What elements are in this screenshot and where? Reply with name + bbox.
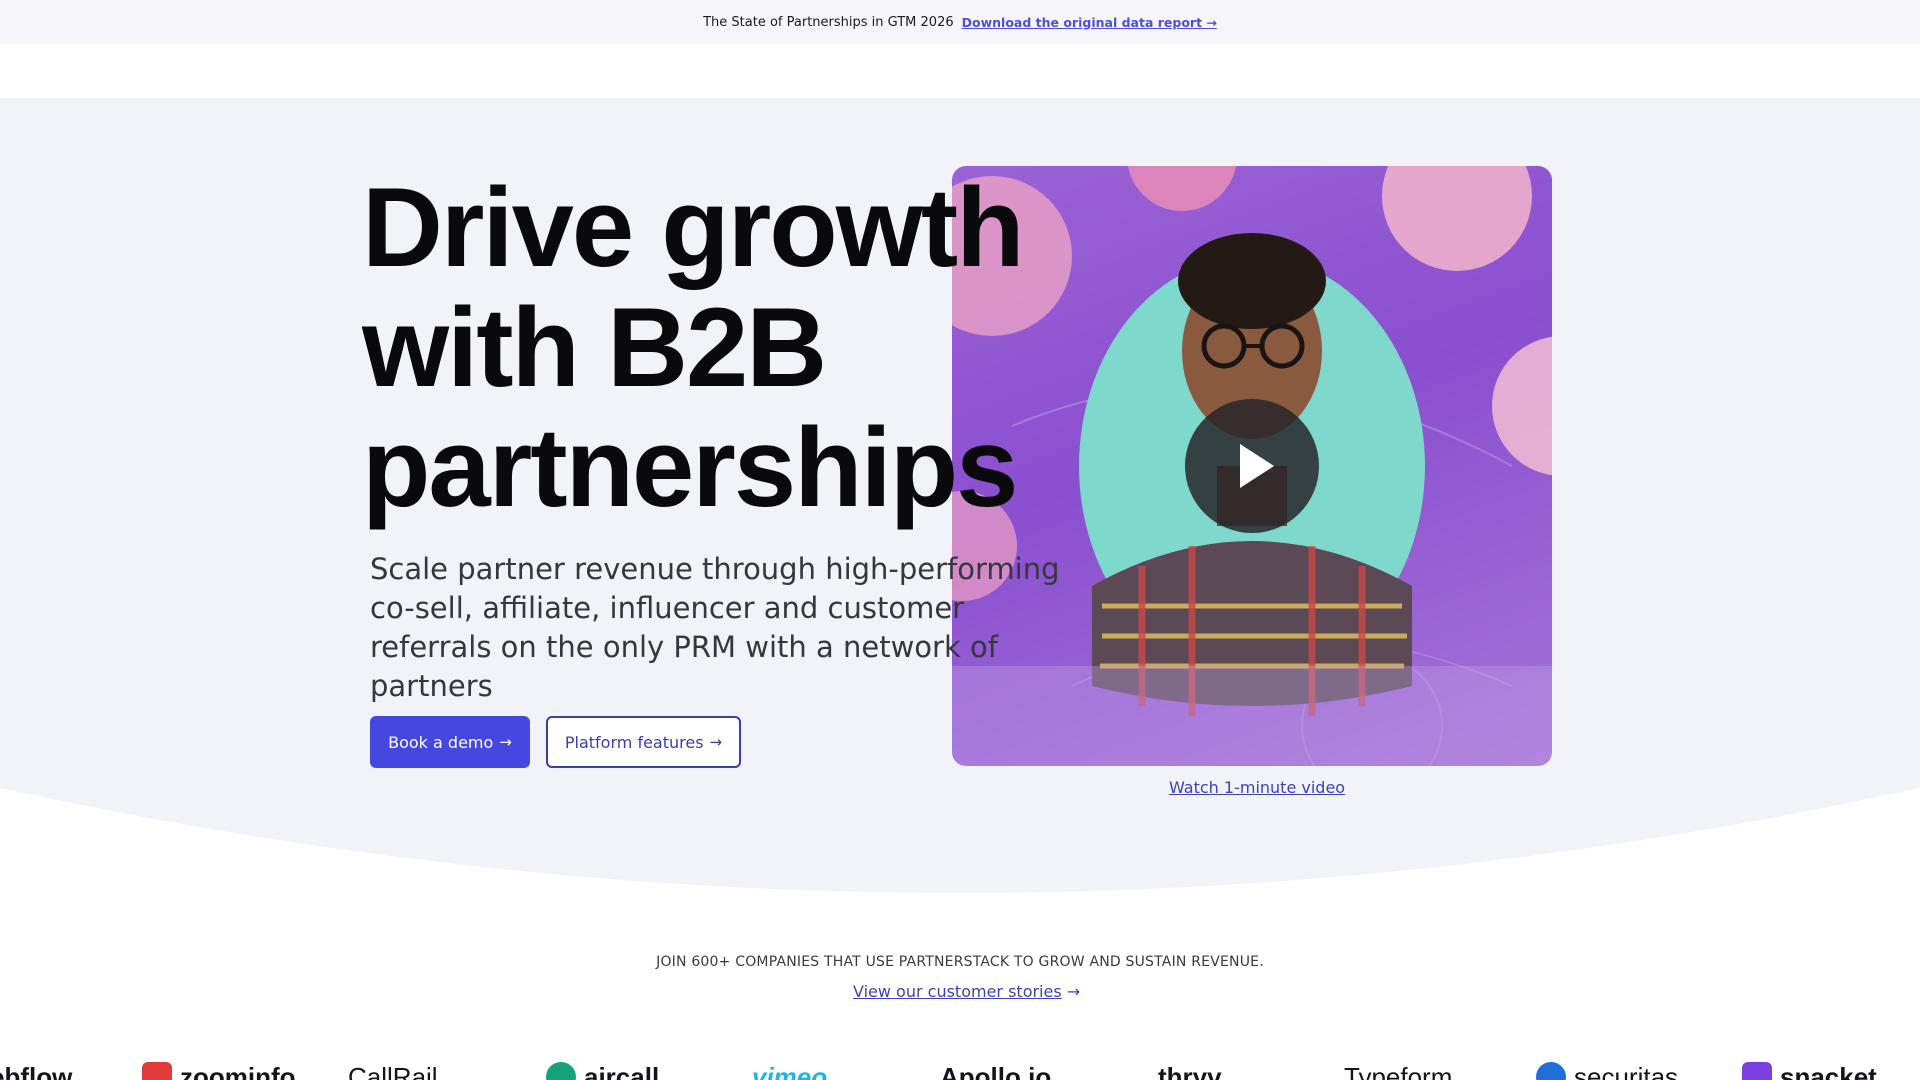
announcement-text: The State of Partnerships in GTM 2026 — [703, 14, 954, 30]
top-nav — [0, 44, 1920, 98]
platform-features-label: Platform features — [564, 732, 704, 752]
hero-section: Drive growth with B2B partnerships Scale… — [0, 98, 1920, 898]
logo-aircall: aircall — [546, 1062, 659, 1080]
customer-stories-label: View our customer stories — [853, 982, 1062, 1001]
snacket-icon — [1742, 1062, 1772, 1080]
logo-text: Typeform — [1344, 1061, 1453, 1080]
join-companies-text: JOIN 600+ COMPANIES THAT USE PARTNERSTAC… — [656, 954, 1264, 970]
hero-headline: Drive growth with B2B partnerships — [362, 168, 1082, 528]
download-report-link[interactable]: Download the original data report → — [962, 15, 1217, 30]
watch-video-link[interactable]: Watch 1-minute video — [1169, 778, 1345, 797]
platform-features-button[interactable]: Platform features → — [546, 716, 741, 768]
book-demo-button[interactable]: Book a demo → — [370, 716, 530, 768]
hero-subheadline: Scale partner revenue through high-perfo… — [370, 552, 1060, 703]
logo-thryv: thryv — [1158, 1062, 1222, 1080]
logo-vimeo: vimeo — [752, 1062, 827, 1080]
logo-text: aircall — [584, 1061, 660, 1080]
customer-stories-link[interactable]: View our customer stories → — [853, 982, 1080, 1001]
play-button[interactable] — [1185, 399, 1319, 533]
arrow-right-icon: → — [499, 733, 512, 751]
logo-securitas: securitas — [1536, 1062, 1678, 1080]
securitas-icon — [1536, 1062, 1566, 1080]
book-demo-label: Book a demo — [388, 732, 494, 752]
headline-line-3: partnerships — [362, 405, 1018, 530]
customer-logos-strip: ebflow zoominfo CallRail aircall vimeo A… — [0, 1058, 1920, 1080]
announcement-bar: The State of Partnerships in GTM 2026 Do… — [0, 0, 1920, 44]
logo-typeform: Typeform — [1344, 1062, 1452, 1080]
aircall-icon — [546, 1062, 576, 1080]
logo-snacket: snacket — [1742, 1062, 1877, 1080]
logo-text: ebflow — [0, 1061, 73, 1080]
play-icon — [1240, 444, 1274, 488]
arrow-right-icon: → — [709, 733, 723, 751]
logo-apollo: Apollo.io — [940, 1062, 1051, 1080]
logo-text: Apollo.io — [940, 1061, 1052, 1080]
zoominfo-icon — [142, 1062, 172, 1080]
logo-text: thryv — [1158, 1061, 1222, 1080]
headline-line-1: Drive growth — [362, 165, 1025, 290]
arrow-right-icon: → — [1066, 982, 1081, 1001]
logo-text: securitas — [1574, 1061, 1679, 1080]
logo-text: snacket — [1780, 1061, 1877, 1080]
logo-zoominfo: zoominfo — [142, 1062, 296, 1080]
logo-ebflow: ebflow — [0, 1062, 72, 1080]
logo-text: CallRail — [348, 1061, 438, 1080]
headline-line-2: with B2B — [362, 285, 827, 410]
logo-callrail: CallRail — [348, 1062, 438, 1080]
logo-text: vimeo — [752, 1061, 828, 1080]
logo-text: zoominfo — [180, 1061, 296, 1080]
